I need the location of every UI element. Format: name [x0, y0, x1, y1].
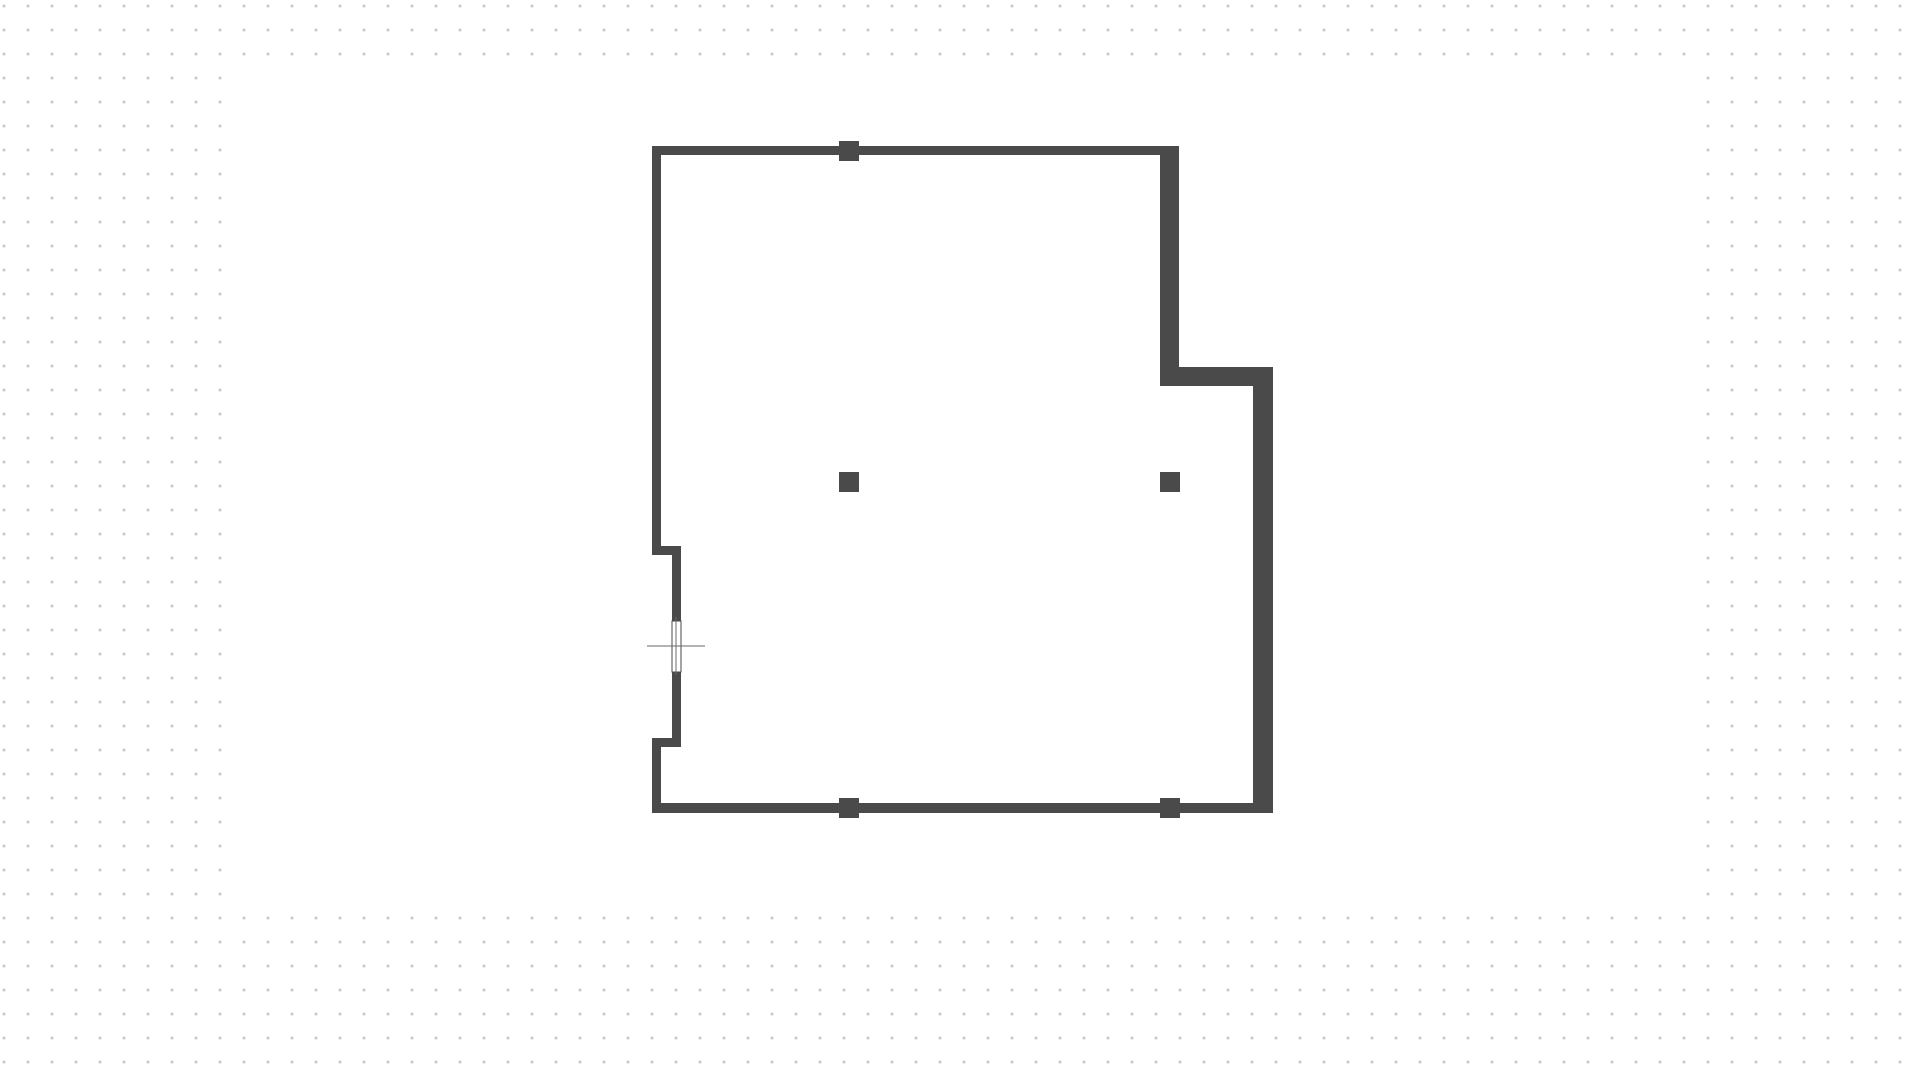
column-bottom-left[interactable]: [839, 798, 859, 818]
wall-left-upper[interactable]: [652, 146, 661, 555]
column-center-left[interactable]: [839, 472, 859, 492]
wall-top[interactable]: [652, 146, 1179, 155]
column-center-right[interactable]: [1160, 472, 1180, 492]
column-top[interactable]: [839, 141, 859, 161]
floor-plan-canvas[interactable]: [0, 0, 1920, 1078]
column-bottom-right[interactable]: [1160, 798, 1180, 818]
wall-right-upper[interactable]: [1160, 146, 1179, 386]
wall-left-lower[interactable]: [652, 738, 661, 813]
wall-right-lower[interactable]: [1253, 367, 1273, 813]
